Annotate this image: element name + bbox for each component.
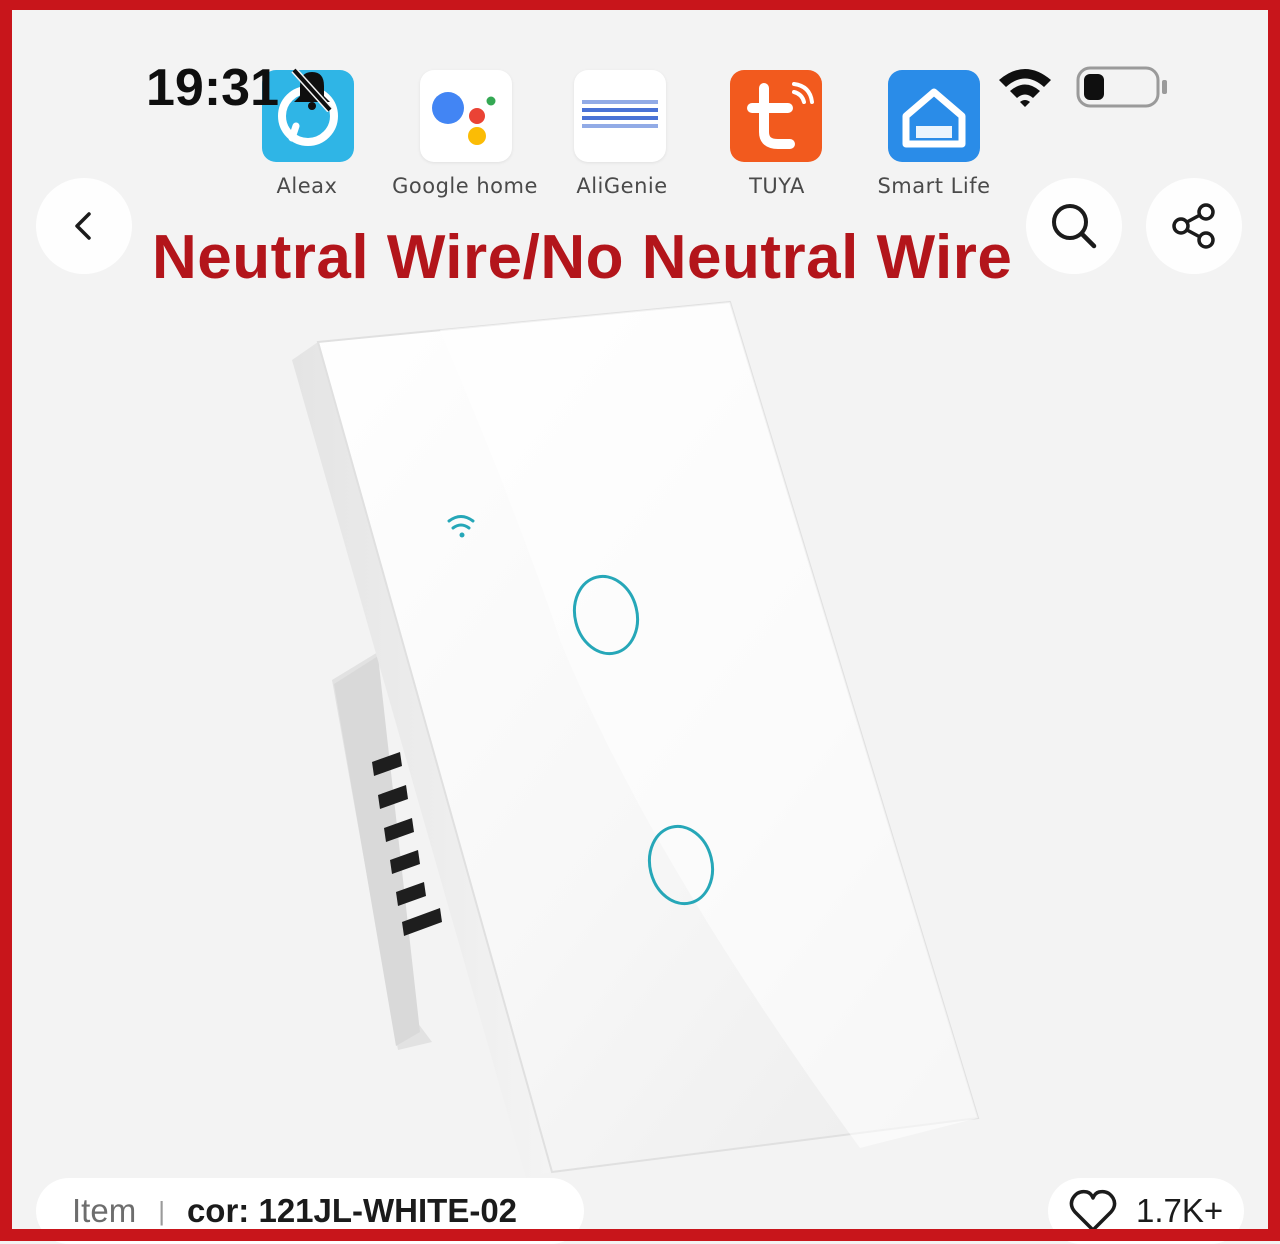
tuya-label: TUYA xyxy=(749,174,805,198)
wishlist-button[interactable]: 1.7K+ xyxy=(1048,1178,1244,1244)
aligenie-logo-icon xyxy=(574,70,666,162)
google-home-label: Google home xyxy=(392,174,538,198)
item-variant-value: cor: 121JL-WHITE-02 xyxy=(186,1192,518,1229)
item-label: Item xyxy=(72,1192,137,1229)
tuya-logo-icon xyxy=(730,70,822,162)
battery-icon xyxy=(1076,66,1167,108)
wifi-icon xyxy=(999,69,1051,107)
back-button[interactable] xyxy=(36,178,132,274)
aligenie-label: AliGenie xyxy=(576,174,668,198)
search-icon xyxy=(1052,204,1097,249)
search-button[interactable] xyxy=(1026,178,1122,274)
chevron-left-icon xyxy=(75,212,91,240)
alexa-label: Aleax xyxy=(276,174,338,198)
product-headline: Neutral Wire/No Neutral Wire xyxy=(152,223,1013,292)
smart-life-label: Smart Life xyxy=(877,174,991,198)
smart-life-logo-icon xyxy=(888,70,980,162)
item-variant-selector[interactable]: Item | cor: 121JL-WHITE-02 xyxy=(36,1178,584,1244)
item-separator: | xyxy=(158,1195,165,1226)
status-time: 19:31 xyxy=(146,59,279,117)
bell-muted-icon xyxy=(291,67,333,112)
share-button[interactable] xyxy=(1146,178,1242,274)
share-icon xyxy=(1172,203,1215,249)
like-count: 1.7K+ xyxy=(1136,1192,1224,1229)
heart-outline-icon xyxy=(1069,1189,1117,1232)
google-assistant-logo-icon xyxy=(420,70,512,162)
